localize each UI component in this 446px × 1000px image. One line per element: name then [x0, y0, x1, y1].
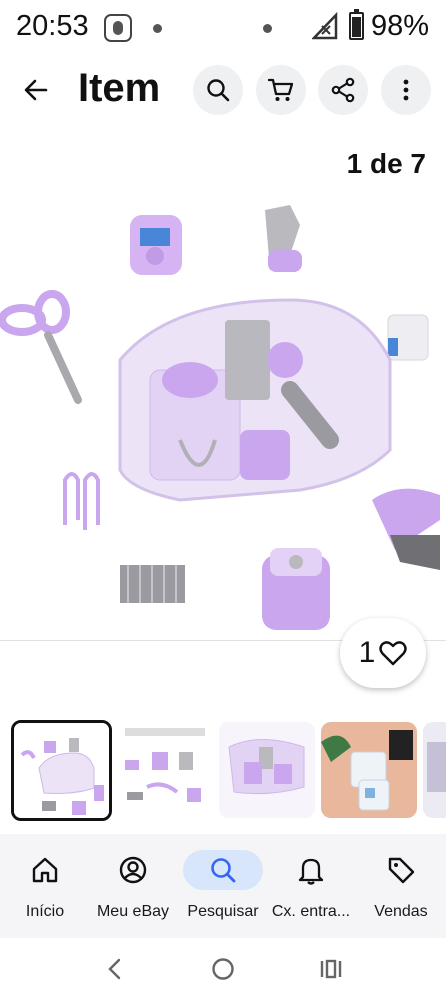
nav-item-my-ebay[interactable]: Meu eBay [88, 834, 178, 938]
system-home-button[interactable] [208, 954, 238, 984]
search-icon [207, 79, 230, 102]
thumbnail-image [321, 722, 417, 818]
notification-dot-icon [263, 24, 272, 33]
organizer-box-image [118, 298, 392, 502]
thumbnail-image [117, 722, 213, 818]
thumbnail-image [219, 722, 315, 818]
bell-icon [298, 858, 324, 885]
signal-icon [312, 12, 338, 40]
thumbnail-5[interactable] [423, 722, 446, 818]
nav-icon-container [271, 850, 351, 890]
battery-icon [349, 9, 364, 40]
stapler-image [372, 488, 440, 570]
thumbnail-strip[interactable] [0, 718, 446, 822]
product-image[interactable] [0, 190, 446, 640]
share-icon [331, 77, 355, 103]
home-circle-icon [212, 958, 234, 980]
sharpener-image [262, 548, 330, 630]
chevron-left-icon [108, 958, 121, 980]
app-bar: Item [0, 60, 446, 122]
system-navigation-bar [0, 938, 446, 1000]
page-title: Item [78, 66, 161, 110]
notification-dot-icon [153, 24, 162, 33]
nav-icon-container [183, 850, 263, 890]
nav-item-inbox[interactable]: Cx. entra... [266, 834, 356, 938]
recents-icon [320, 959, 342, 979]
scissors-image [0, 290, 82, 404]
more-vert-icon [403, 79, 409, 101]
home-icon [32, 857, 58, 883]
system-back-button[interactable] [100, 954, 130, 984]
watch-count: 1 [358, 636, 376, 669]
nav-item-search[interactable]: Pesquisar [178, 834, 268, 938]
back-button[interactable] [14, 68, 58, 112]
watch-button[interactable]: 1 [340, 618, 426, 688]
status-time: 20:53 [16, 10, 89, 42]
system-recents-button[interactable] [316, 954, 346, 984]
nav-icon-container [93, 850, 173, 890]
heart-icon [379, 641, 408, 666]
cart-button[interactable] [256, 65, 306, 115]
tag-icon [388, 857, 415, 884]
cart-icon [267, 78, 294, 101]
thumbnail-image [423, 722, 446, 818]
nav-icon-container [361, 850, 441, 890]
thumbnail-3[interactable] [219, 722, 315, 818]
staples-image [120, 565, 185, 603]
nav-item-home[interactable]: Início [0, 834, 90, 938]
nav-icon-container [5, 850, 85, 890]
nav-item-selling[interactable]: Vendas [356, 834, 446, 938]
more-options-button[interactable] [381, 65, 431, 115]
mini-stapler-image [265, 205, 302, 272]
search-icon [211, 858, 236, 883]
thumbnail-4[interactable] [321, 722, 417, 818]
thumbnail-1[interactable] [11, 720, 112, 821]
tape-roll-image [387, 314, 429, 361]
share-button[interactable] [318, 65, 368, 115]
image-gallery[interactable]: 1 de 7 [0, 130, 446, 640]
thumbnail-image [14, 723, 109, 818]
tape-dispenser-image [130, 215, 182, 275]
nav-label: Vendas [374, 903, 428, 920]
search-button[interactable] [193, 65, 243, 115]
back-arrow-icon [24, 79, 48, 101]
image-counter: 1 de 7 [346, 148, 426, 179]
status-bar: 20:53 98% [0, 0, 446, 56]
battery-level: 98% [371, 10, 430, 42]
bottom-navigation: Início Meu eBay Pesquisar Cx. entra... V… [0, 834, 446, 938]
paper-clips-image [63, 472, 100, 530]
thumbnail-2[interactable] [117, 722, 213, 818]
notification-icon [104, 14, 132, 42]
profile-icon [119, 856, 147, 884]
